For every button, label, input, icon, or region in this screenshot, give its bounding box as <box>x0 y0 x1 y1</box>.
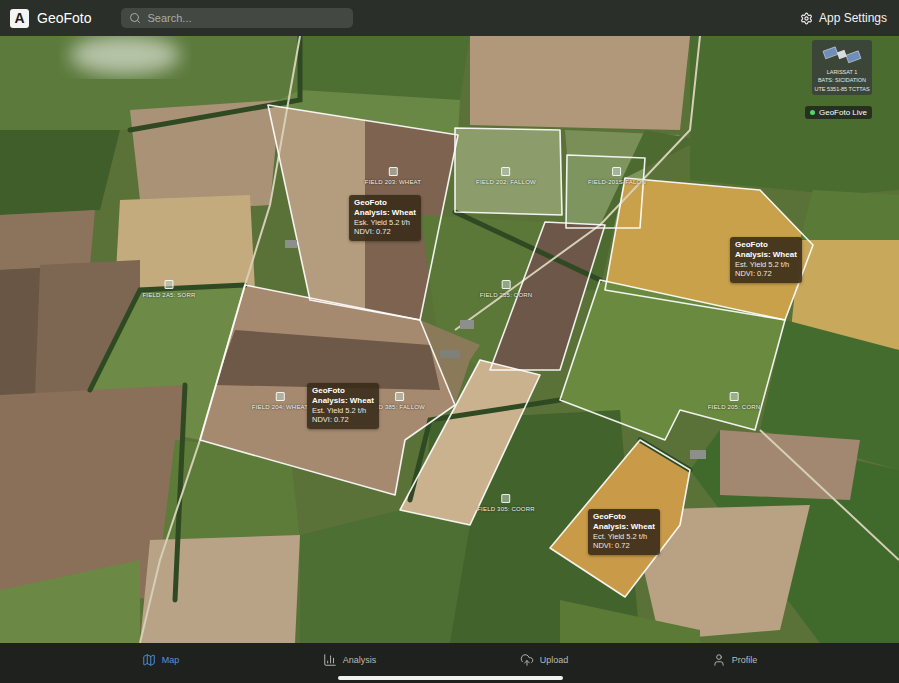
search-icon <box>129 12 141 24</box>
gear-icon <box>800 12 813 25</box>
satellite-map-image[interactable] <box>0 36 899 643</box>
top-bar: A GeoFoto Search... App Settings <box>0 0 899 36</box>
satellite-info: BATS: SICIDATION <box>818 77 866 83</box>
analysis-card[interactable]: GeoFotoAnalysis: WheatEsk. Yield 5.2 t/h… <box>349 195 421 241</box>
nav-tab-icon <box>323 653 337 667</box>
app-title: GeoFoto <box>37 10 91 26</box>
live-dot-icon <box>810 110 815 115</box>
nav-tab[interactable]: Profile <box>712 653 758 667</box>
field-label[interactable]: FIELD 255: CORN <box>480 280 533 299</box>
bottom-nav: Map Analysis Upload Profile <box>0 643 899 683</box>
satellite-widget[interactable]: LARISSAT 1 BATS: SICIDATION UTE 5351-85 TC… <box>812 40 872 95</box>
field-label[interactable]: FIELD 205: CORN <box>708 392 761 411</box>
field-label[interactable]: FIELD 2A5: SORR <box>142 280 195 299</box>
field-marker-icon <box>502 494 511 503</box>
map-view[interactable]: FIELD 203: WHEAT FIELD 202: FALLOW FIELD-2… <box>0 36 899 643</box>
app-settings-button[interactable]: App Settings <box>800 11 887 25</box>
nav-tab[interactable]: Upload <box>520 653 569 667</box>
nav-tab-icon <box>520 653 534 667</box>
live-status: GeoFoto Live <box>805 106 872 119</box>
field-marker-icon <box>395 392 404 401</box>
field-marker-icon <box>501 167 510 176</box>
satellite-icon <box>822 43 862 67</box>
satellite-info: UTE 5351-85 TCTTAS <box>814 86 869 92</box>
satellite-info: LARISSAT 1 <box>827 69 858 75</box>
nav-tab-icon <box>712 653 726 667</box>
field-marker-icon <box>612 167 621 176</box>
analysis-card[interactable]: GeoFotoAnalysis: WheatEst. Yield 5.2 t/h… <box>730 237 802 283</box>
nav-tab[interactable]: Analysis <box>323 653 377 667</box>
field-label[interactable]: FIELD 203: WHEAT <box>365 167 421 186</box>
field-marker-icon <box>502 280 511 289</box>
field-label[interactable]: FIELD 202: FALLOW <box>476 167 536 186</box>
home-indicator <box>338 676 563 680</box>
field-marker-icon <box>276 392 285 401</box>
geofoto-app: A GeoFoto Search... App Settings FIELD 203: … <box>0 0 899 683</box>
search-field[interactable]: Search... <box>121 8 353 28</box>
field-marker-icon <box>164 280 173 289</box>
nav-tab-icon <box>142 653 156 667</box>
field-label[interactable]: FIELD 204: WHEAT <box>252 392 308 411</box>
analysis-card[interactable]: GeoFotoAnalysis: WheatEst. Yield 5.2 t/h… <box>307 383 379 429</box>
field-marker-icon <box>730 392 739 401</box>
field-label[interactable]: LD 385: FALLOW <box>375 392 425 411</box>
field-label[interactable]: FIELD-201S-FALON <box>588 167 646 186</box>
field-label[interactable]: FIELD 305: COORR <box>477 494 535 513</box>
field-marker-icon <box>389 167 398 176</box>
analysis-card[interactable]: GeoFotoAnalysis: WheatEct. Yield 5.2 t/h… <box>588 509 660 555</box>
app-logo: A <box>10 9 29 28</box>
nav-tab[interactable]: Map <box>142 653 180 667</box>
